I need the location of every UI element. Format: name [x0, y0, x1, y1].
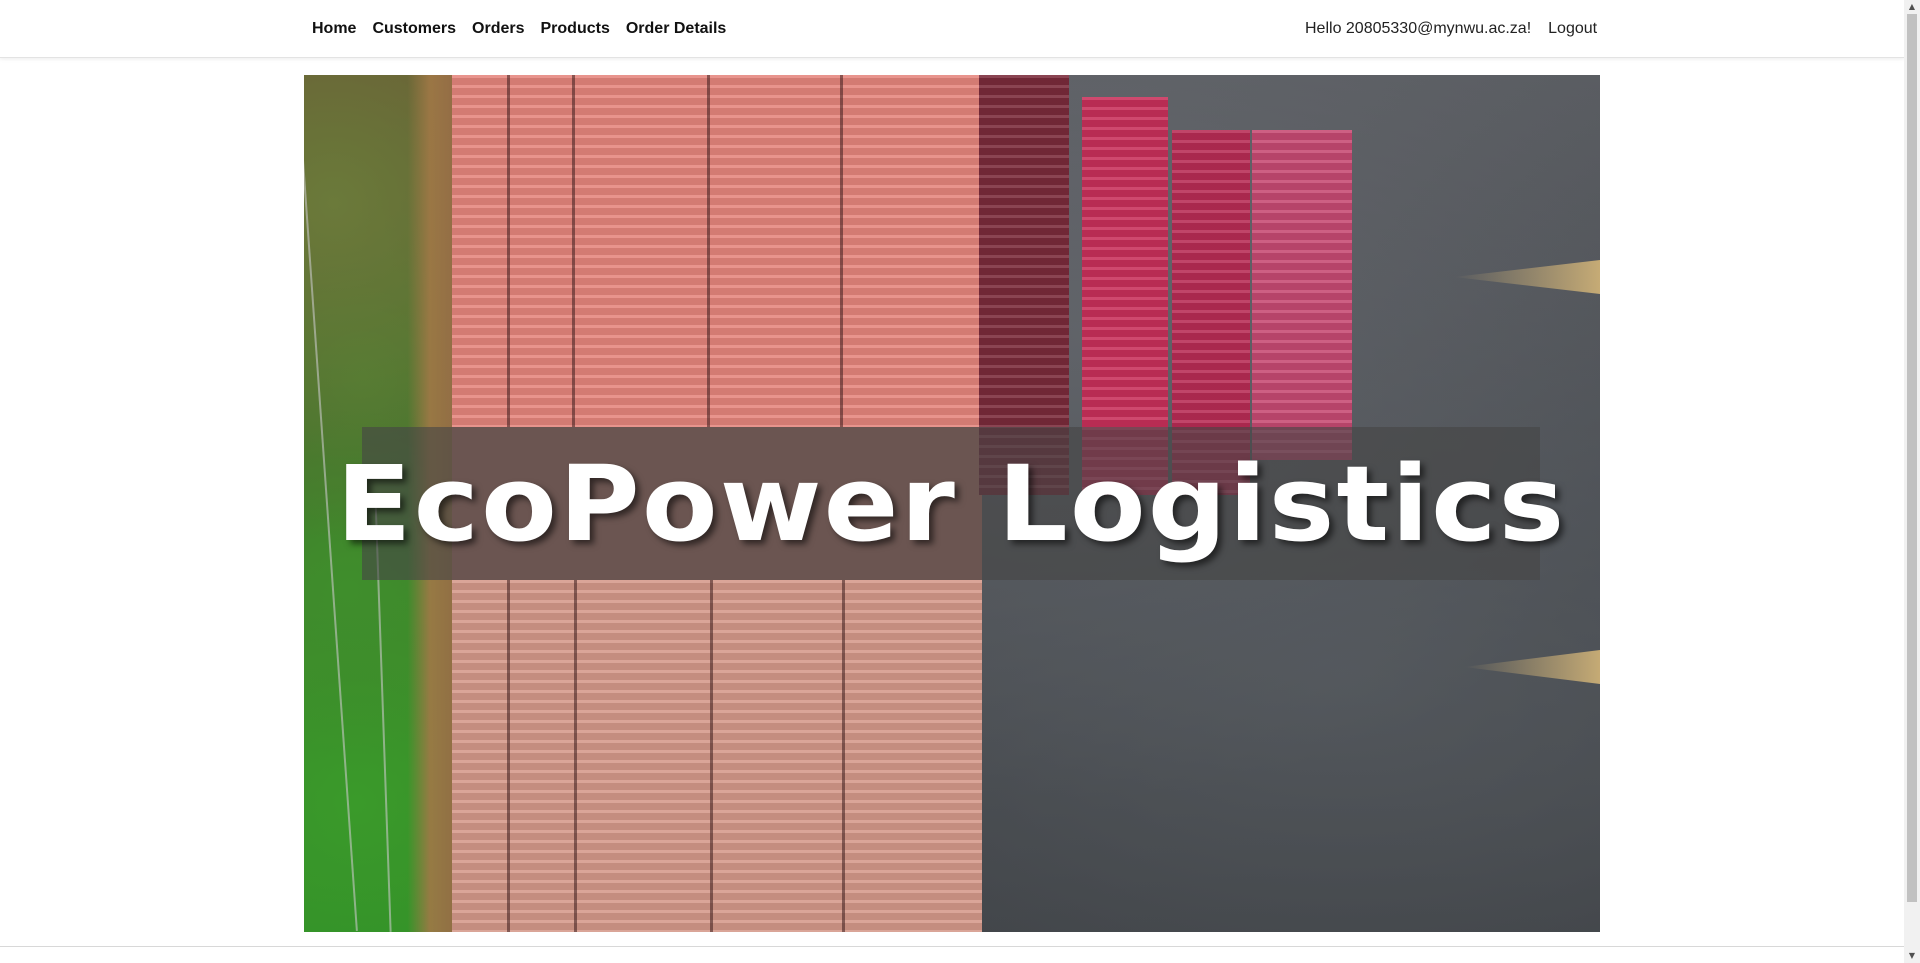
container-seam	[507, 580, 510, 932]
scrollbar-thumb[interactable]	[1907, 14, 1917, 902]
container-seam	[840, 75, 843, 427]
page: Home Customers Orders Products Order Det…	[0, 0, 1920, 963]
scroll-down-icon[interactable]: ▼	[1904, 949, 1920, 963]
container-seam	[842, 580, 845, 932]
nav-products-link[interactable]: Products	[533, 12, 618, 46]
nav-order-details-link[interactable]: Order Details	[618, 12, 734, 46]
scroll-up-icon[interactable]: ▲	[1904, 0, 1920, 14]
user-greeting: Hello 20805330@mynwu.ac.za!	[1305, 19, 1532, 37]
hero-image-container-pink-3	[1252, 130, 1352, 460]
nav-customers-link[interactable]: Customers	[364, 12, 464, 46]
hero-title-band: EcoPower Logistics	[336, 427, 1564, 580]
nav-user-area: Hello 20805330@mynwu.ac.za! Logout	[1297, 0, 1605, 57]
container-seam	[710, 580, 713, 932]
container-seam	[707, 75, 710, 427]
container-seam	[572, 75, 575, 427]
hero-banner: EcoPower Logistics	[304, 75, 1600, 932]
container-seam	[574, 580, 577, 932]
nav-home-link[interactable]: Home	[304, 12, 364, 46]
vertical-scrollbar[interactable]: ▲ ▼	[1904, 0, 1920, 963]
top-navbar: Home Customers Orders Products Order Det…	[0, 0, 1904, 58]
logout-link[interactable]: Logout	[1540, 12, 1605, 46]
nav-orders-link[interactable]: Orders	[464, 12, 532, 46]
hero-image-containers-top	[452, 75, 980, 427]
hero-title: EcoPower Logistics	[335, 442, 1567, 565]
hero-image-containers-bottom	[452, 580, 982, 932]
footer-divider	[0, 946, 1904, 947]
container-seam	[507, 75, 510, 427]
nav-links: Home Customers Orders Products Order Det…	[304, 0, 734, 57]
